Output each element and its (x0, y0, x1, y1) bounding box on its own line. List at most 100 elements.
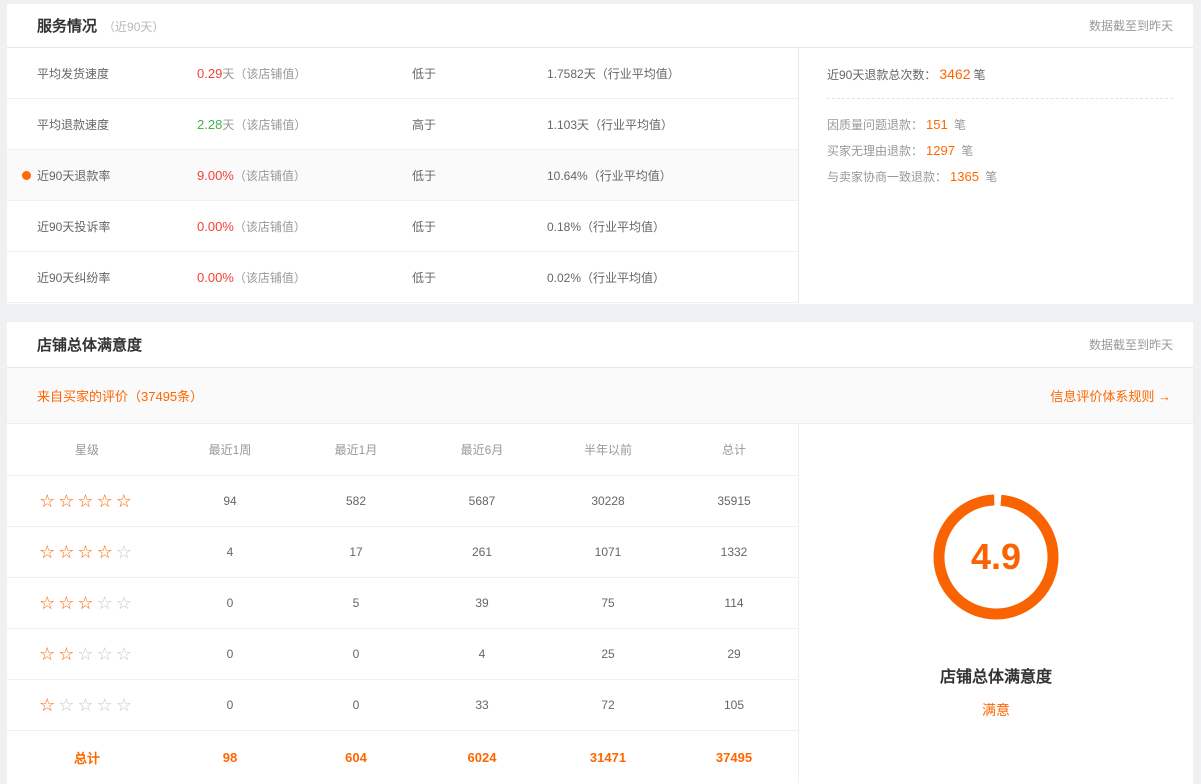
star-icon-inactive: ☆ (116, 542, 135, 562)
metric-label: 平均退款速度 (7, 116, 197, 133)
gauge-label: 店铺总体满意度 (940, 663, 1052, 687)
rating-count-cell: 105 (671, 698, 797, 712)
refund-breakdown-item: 买家无理由退款：1297 笔 (827, 138, 1173, 164)
industry-value: 1.103天（行业平均值） (547, 116, 798, 133)
service-title-range: （近90天） (103, 20, 164, 34)
shop-value: 9.00%（该店铺值） (197, 167, 412, 184)
column-header: 半年以前 (545, 441, 671, 458)
rating-count-cell: 582 (293, 494, 419, 508)
total-count-cell: 31471 (545, 750, 671, 765)
rating-count-cell: 5 (293, 596, 419, 610)
star-icon-inactive: ☆ (77, 695, 96, 715)
star-rating-cell: ☆☆☆☆☆ (7, 543, 167, 561)
shop-value-number: 9.00% (197, 168, 234, 183)
star-icon-inactive: ☆ (97, 695, 116, 715)
rating-row: ☆☆☆☆☆053975114 (7, 578, 798, 629)
satisfaction-gauge-panel: 4.9 店铺总体满意度 满意 (798, 424, 1193, 783)
dashed-divider (827, 98, 1173, 99)
shop-value: 0.00%（该店铺值） (197, 218, 412, 235)
metric-label: 近90天纠纷率 (7, 269, 197, 286)
shop-value-number: 0.00% (197, 270, 234, 285)
total-count-cell: 37495 (671, 750, 797, 765)
rating-count-cell: 4 (419, 647, 545, 661)
rating-count-cell: 72 (545, 698, 671, 712)
service-row: 近90天退款率9.00%（该店铺值）低于10.64%（行业平均值） (7, 150, 798, 201)
refund-summary-panel: 近90天退款总次数：3462笔 因质量问题退款：151 笔买家无理由退款：129… (798, 48, 1193, 303)
rating-count-cell: 39 (419, 596, 545, 610)
rating-row: ☆☆☆☆☆9458256873022835915 (7, 476, 798, 527)
column-header: 总计 (671, 441, 797, 458)
metric-label: 平均发货速度 (7, 65, 197, 82)
service-row: 平均退款速度2.28天（该店铺值）高于1.103天（行业平均值） (7, 99, 798, 150)
star-icon-active: ☆ (39, 542, 58, 562)
shop-value-suffix: （该店铺值） (234, 169, 306, 183)
satisfaction-data-note: 数据截至到昨天 (1089, 336, 1173, 353)
column-header: 最近1月 (293, 441, 419, 458)
ratings-table: 星级最近1周最近1月最近6月半年以前总计 ☆☆☆☆☆94582568730228… (7, 424, 798, 783)
star-icon-active: ☆ (58, 542, 77, 562)
star-icon-inactive: ☆ (77, 644, 96, 664)
star-rating-cell: ☆☆☆☆☆ (7, 696, 167, 714)
industry-value: 10.64%（行业平均值） (547, 167, 798, 184)
shop-value-suffix: 天（该店铺值） (222, 118, 306, 132)
star-icon-active: ☆ (97, 542, 116, 562)
refund-breakdown-list: 因质量问题退款：151 笔买家无理由退款：1297 笔与卖家协商一致退款：136… (827, 112, 1173, 190)
star-rating-1: ☆☆☆☆☆ (39, 695, 135, 715)
star-icon-inactive: ☆ (97, 644, 116, 664)
star-icon-inactive: ☆ (116, 593, 135, 613)
refund-total-line: 近90天退款总次数：3462笔 (827, 66, 1173, 83)
column-header: 最近6月 (419, 441, 545, 458)
refund-total-unit: 笔 (974, 68, 986, 82)
gauge-score: 4.9 (928, 489, 1064, 625)
ratings-table-header: 星级最近1周最近1月最近6月半年以前总计 (7, 424, 798, 476)
star-icon-active: ☆ (77, 542, 96, 562)
star-icon-active: ☆ (77, 593, 96, 613)
active-row-dot (22, 171, 31, 180)
industry-value: 0.02%（行业平均值） (547, 269, 798, 286)
refund-item-value: 1297 (926, 143, 955, 158)
star-icon-inactive: ☆ (116, 644, 135, 664)
refund-item-label: 因质量问题退款： (827, 118, 923, 132)
industry-value: 0.18%（行业平均值） (547, 218, 798, 235)
star-icon-active: ☆ (39, 695, 58, 715)
rating-count-cell: 261 (419, 545, 545, 559)
rating-count-cell: 33 (419, 698, 545, 712)
shop-value-number: 0.29 (197, 66, 222, 81)
column-header: 最近1周 (167, 441, 293, 458)
comparison-text: 高于 (412, 116, 547, 133)
shop-value: 0.00%（该店铺值） (197, 269, 412, 286)
rating-count-cell: 0 (293, 647, 419, 661)
reviews-strip: 来自买家的评价（37495条） 信息评价体系规则 → (7, 368, 1193, 424)
comparison-text: 低于 (412, 65, 547, 82)
metric-label: 近90天投诉率 (7, 218, 197, 235)
star-rating-4: ☆☆☆☆☆ (39, 542, 135, 562)
rating-row: ☆☆☆☆☆41726110711332 (7, 527, 798, 578)
service-data-note: 数据截至到昨天 (1089, 17, 1173, 34)
star-rating-cell: ☆☆☆☆☆ (7, 492, 167, 510)
total-count-cell: 604 (293, 750, 419, 765)
rating-rules-link[interactable]: 信息评价体系规则 → (1050, 386, 1171, 405)
rating-count-cell: 4 (167, 545, 293, 559)
star-icon-active: ☆ (58, 593, 77, 613)
refund-breakdown-item: 与卖家协商一致退款：1365 笔 (827, 164, 1173, 190)
gauge-status-link[interactable]: 满意 (982, 700, 1010, 720)
service-table: 平均发货速度0.29天（该店铺值）低于1.7582天（行业平均值）平均退款速度2… (7, 48, 798, 303)
industry-value: 1.7582天（行业平均值） (547, 65, 798, 82)
star-icon-active: ☆ (97, 491, 116, 511)
star-icon-active: ☆ (39, 644, 58, 664)
star-rating-5: ☆☆☆☆☆ (39, 491, 135, 511)
star-icon-active: ☆ (77, 491, 96, 511)
rating-total-row: 总计9860460243147137495 (7, 731, 798, 783)
shop-value: 2.28天（该店铺值） (197, 116, 412, 133)
rating-count-cell: 0 (293, 698, 419, 712)
column-header: 星级 (7, 441, 167, 458)
total-count-cell: 6024 (419, 750, 545, 765)
shop-value-suffix: 天（该店铺值） (222, 67, 306, 81)
satisfaction-card-header: 店铺总体满意度 数据截至到昨天 (7, 322, 1193, 368)
rating-count-cell: 5687 (419, 494, 545, 508)
service-row: 近90天投诉率0.00%（该店铺值）低于0.18%（行业平均值） (7, 201, 798, 252)
refund-item-value: 1365 (950, 169, 979, 184)
star-icon-inactive: ☆ (58, 695, 77, 715)
shop-value-number: 2.28 (197, 117, 222, 132)
reviews-count-label: 来自买家的评价（37495条） (37, 386, 203, 405)
